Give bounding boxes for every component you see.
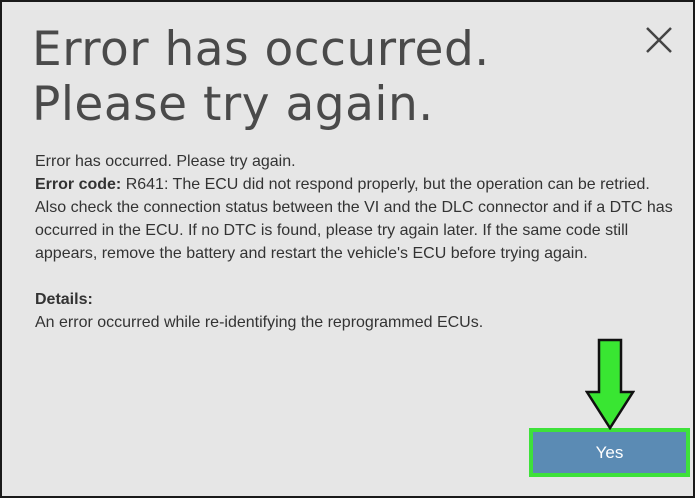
dialog-body: Error has occurred. Please try again. Er…	[35, 150, 675, 334]
yes-button[interactable]: Yes	[529, 428, 690, 477]
yes-button-label: Yes	[595, 442, 624, 462]
dialog-title: Error has occurred. Please try again.	[32, 22, 592, 132]
details-text: An error occurred while re-identifying t…	[35, 314, 484, 331]
error-code-text: R641: The ECU did not respond properly, …	[35, 176, 673, 262]
arrow-down-icon	[585, 338, 635, 430]
close-button[interactable]	[643, 24, 683, 64]
details-label: Details:	[35, 291, 93, 308]
dialog-title-line-1: Error has occurred.	[32, 22, 490, 77]
error-code-paragraph: Error code: R641: The ECU did not respon…	[35, 173, 675, 265]
error-message: Error has occurred. Please try again.	[35, 153, 296, 170]
close-icon	[646, 27, 672, 53]
dialog-title-line-2: Please try again.	[32, 77, 434, 132]
error-code-label: Error code:	[35, 176, 122, 193]
